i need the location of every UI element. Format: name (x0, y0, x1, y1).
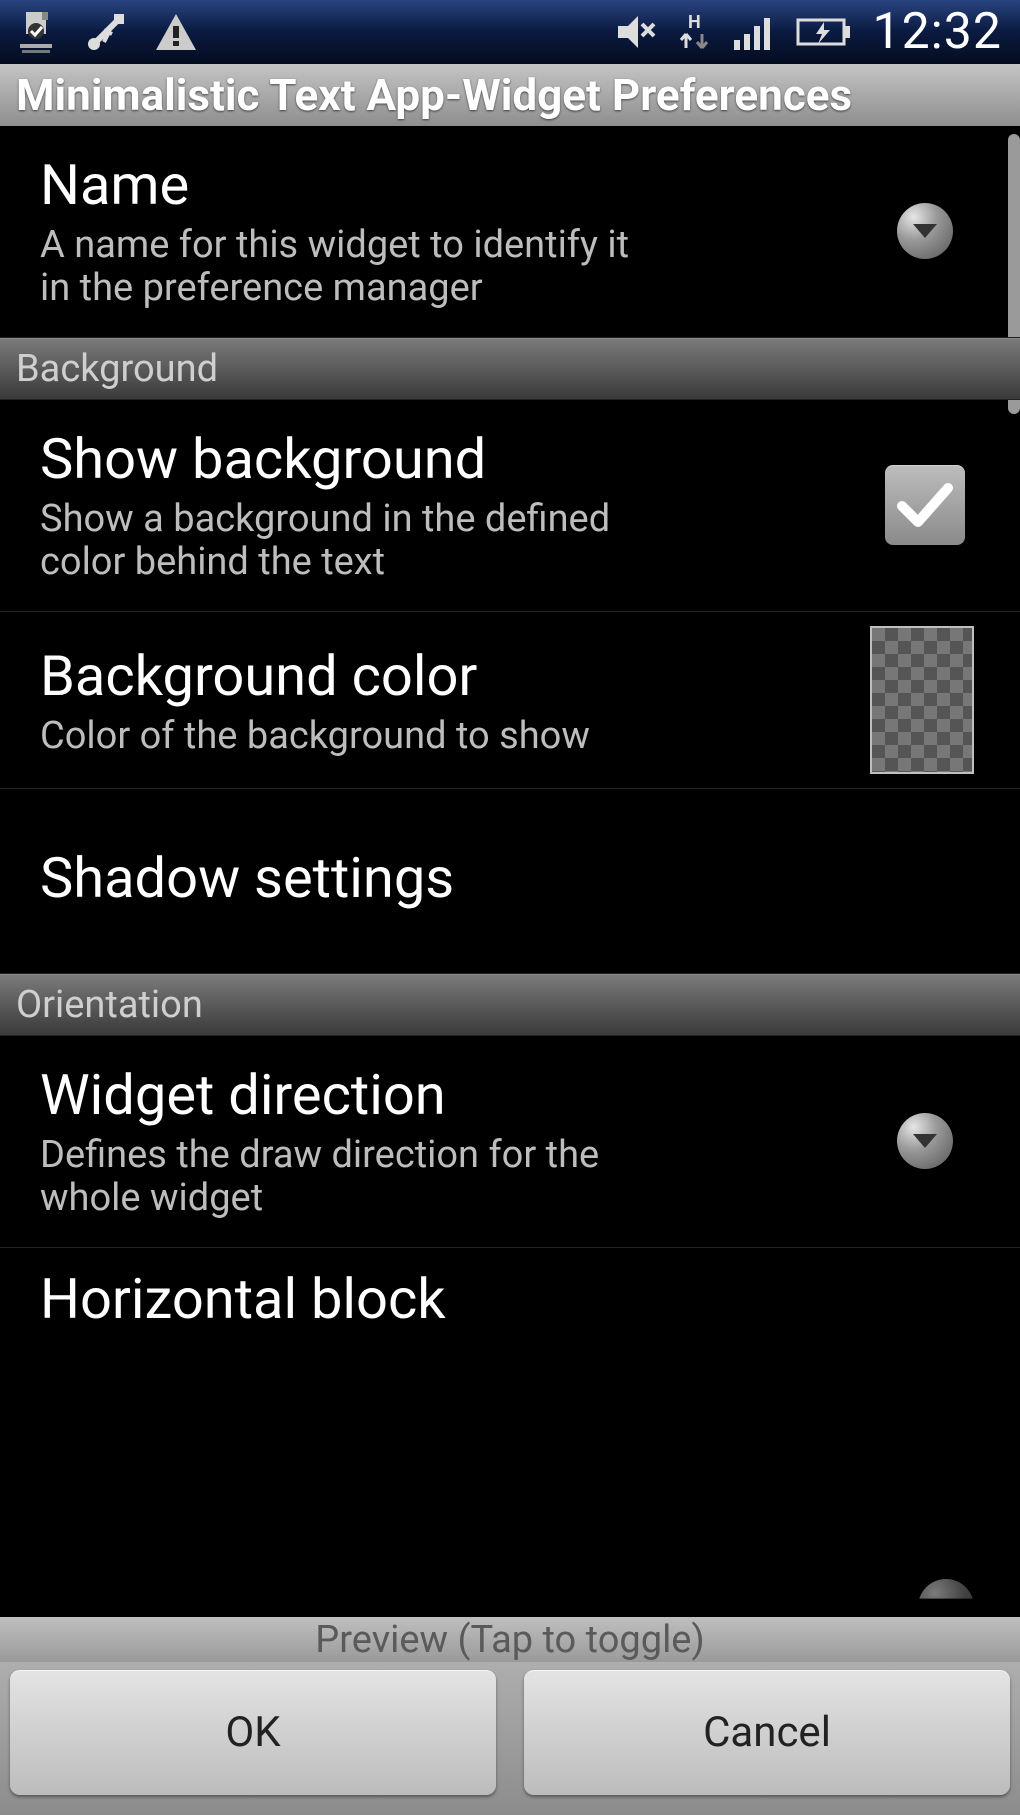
pref-background-color-title: Background color (40, 643, 850, 709)
pref-widget-direction-title: Widget direction (40, 1062, 850, 1128)
pref-widget-direction[interactable]: Widget direction Defines the draw direct… (0, 1036, 1020, 1248)
pref-horizontal-block[interactable]: Horizontal block (0, 1248, 1020, 1332)
color-swatch-transparent[interactable] (870, 626, 974, 774)
button-bar: OK Cancel (0, 1662, 1020, 1815)
dropdown-icon[interactable] (897, 1113, 953, 1169)
pref-shadow-settings[interactable]: Shadow settings (0, 789, 1020, 974)
data-hspa-icon: H (678, 10, 712, 54)
status-right-icons: H 12:32 (614, 3, 1002, 61)
ok-button[interactable]: OK (10, 1670, 496, 1795)
status-left-icons (14, 10, 198, 54)
category-background: Background (0, 338, 1020, 400)
pref-name-title: Name (40, 152, 850, 218)
pref-background-color[interactable]: Background color Color of the background… (0, 612, 1020, 789)
pref-name-sub: A name for this widget to identify it in… (40, 224, 640, 309)
svg-text:H: H (688, 12, 701, 33)
warning-icon (154, 10, 198, 54)
pref-show-background-sub: Show a background in the defined color b… (40, 498, 640, 583)
status-bar: H 12:32 (0, 0, 1020, 64)
pref-show-background-title: Show background (40, 426, 850, 492)
page-title: Minimalistic Text App-Widget Preferences (0, 64, 1020, 126)
pref-name[interactable]: Name A name for this widget to identify … (0, 126, 1020, 338)
signal-icon (732, 10, 776, 54)
pref-widget-direction-sub: Defines the draw direction for the whole… (40, 1134, 640, 1219)
battery-charging-icon (796, 10, 852, 54)
preference-list: Name A name for this widget to identify … (0, 126, 1020, 1332)
dropdown-icon[interactable] (897, 203, 953, 259)
pref-show-background[interactable]: Show background Show a background in the… (0, 400, 1020, 612)
volume-mute-icon (614, 10, 658, 54)
preview-toggle-bar[interactable]: Preview (Tap to toggle) (0, 1617, 1020, 1662)
status-clock: 12:32 (872, 3, 1002, 61)
download-icon (14, 10, 58, 54)
pref-background-color-sub: Color of the background to show (40, 715, 740, 758)
pref-shadow-settings-title: Shadow settings (40, 845, 980, 911)
checkbox-checked-icon[interactable] (885, 465, 965, 545)
pref-horizontal-block-title: Horizontal block (40, 1266, 850, 1332)
usb-icon (84, 10, 128, 54)
cancel-button[interactable]: Cancel (524, 1670, 1010, 1795)
category-orientation: Orientation (0, 974, 1020, 1036)
